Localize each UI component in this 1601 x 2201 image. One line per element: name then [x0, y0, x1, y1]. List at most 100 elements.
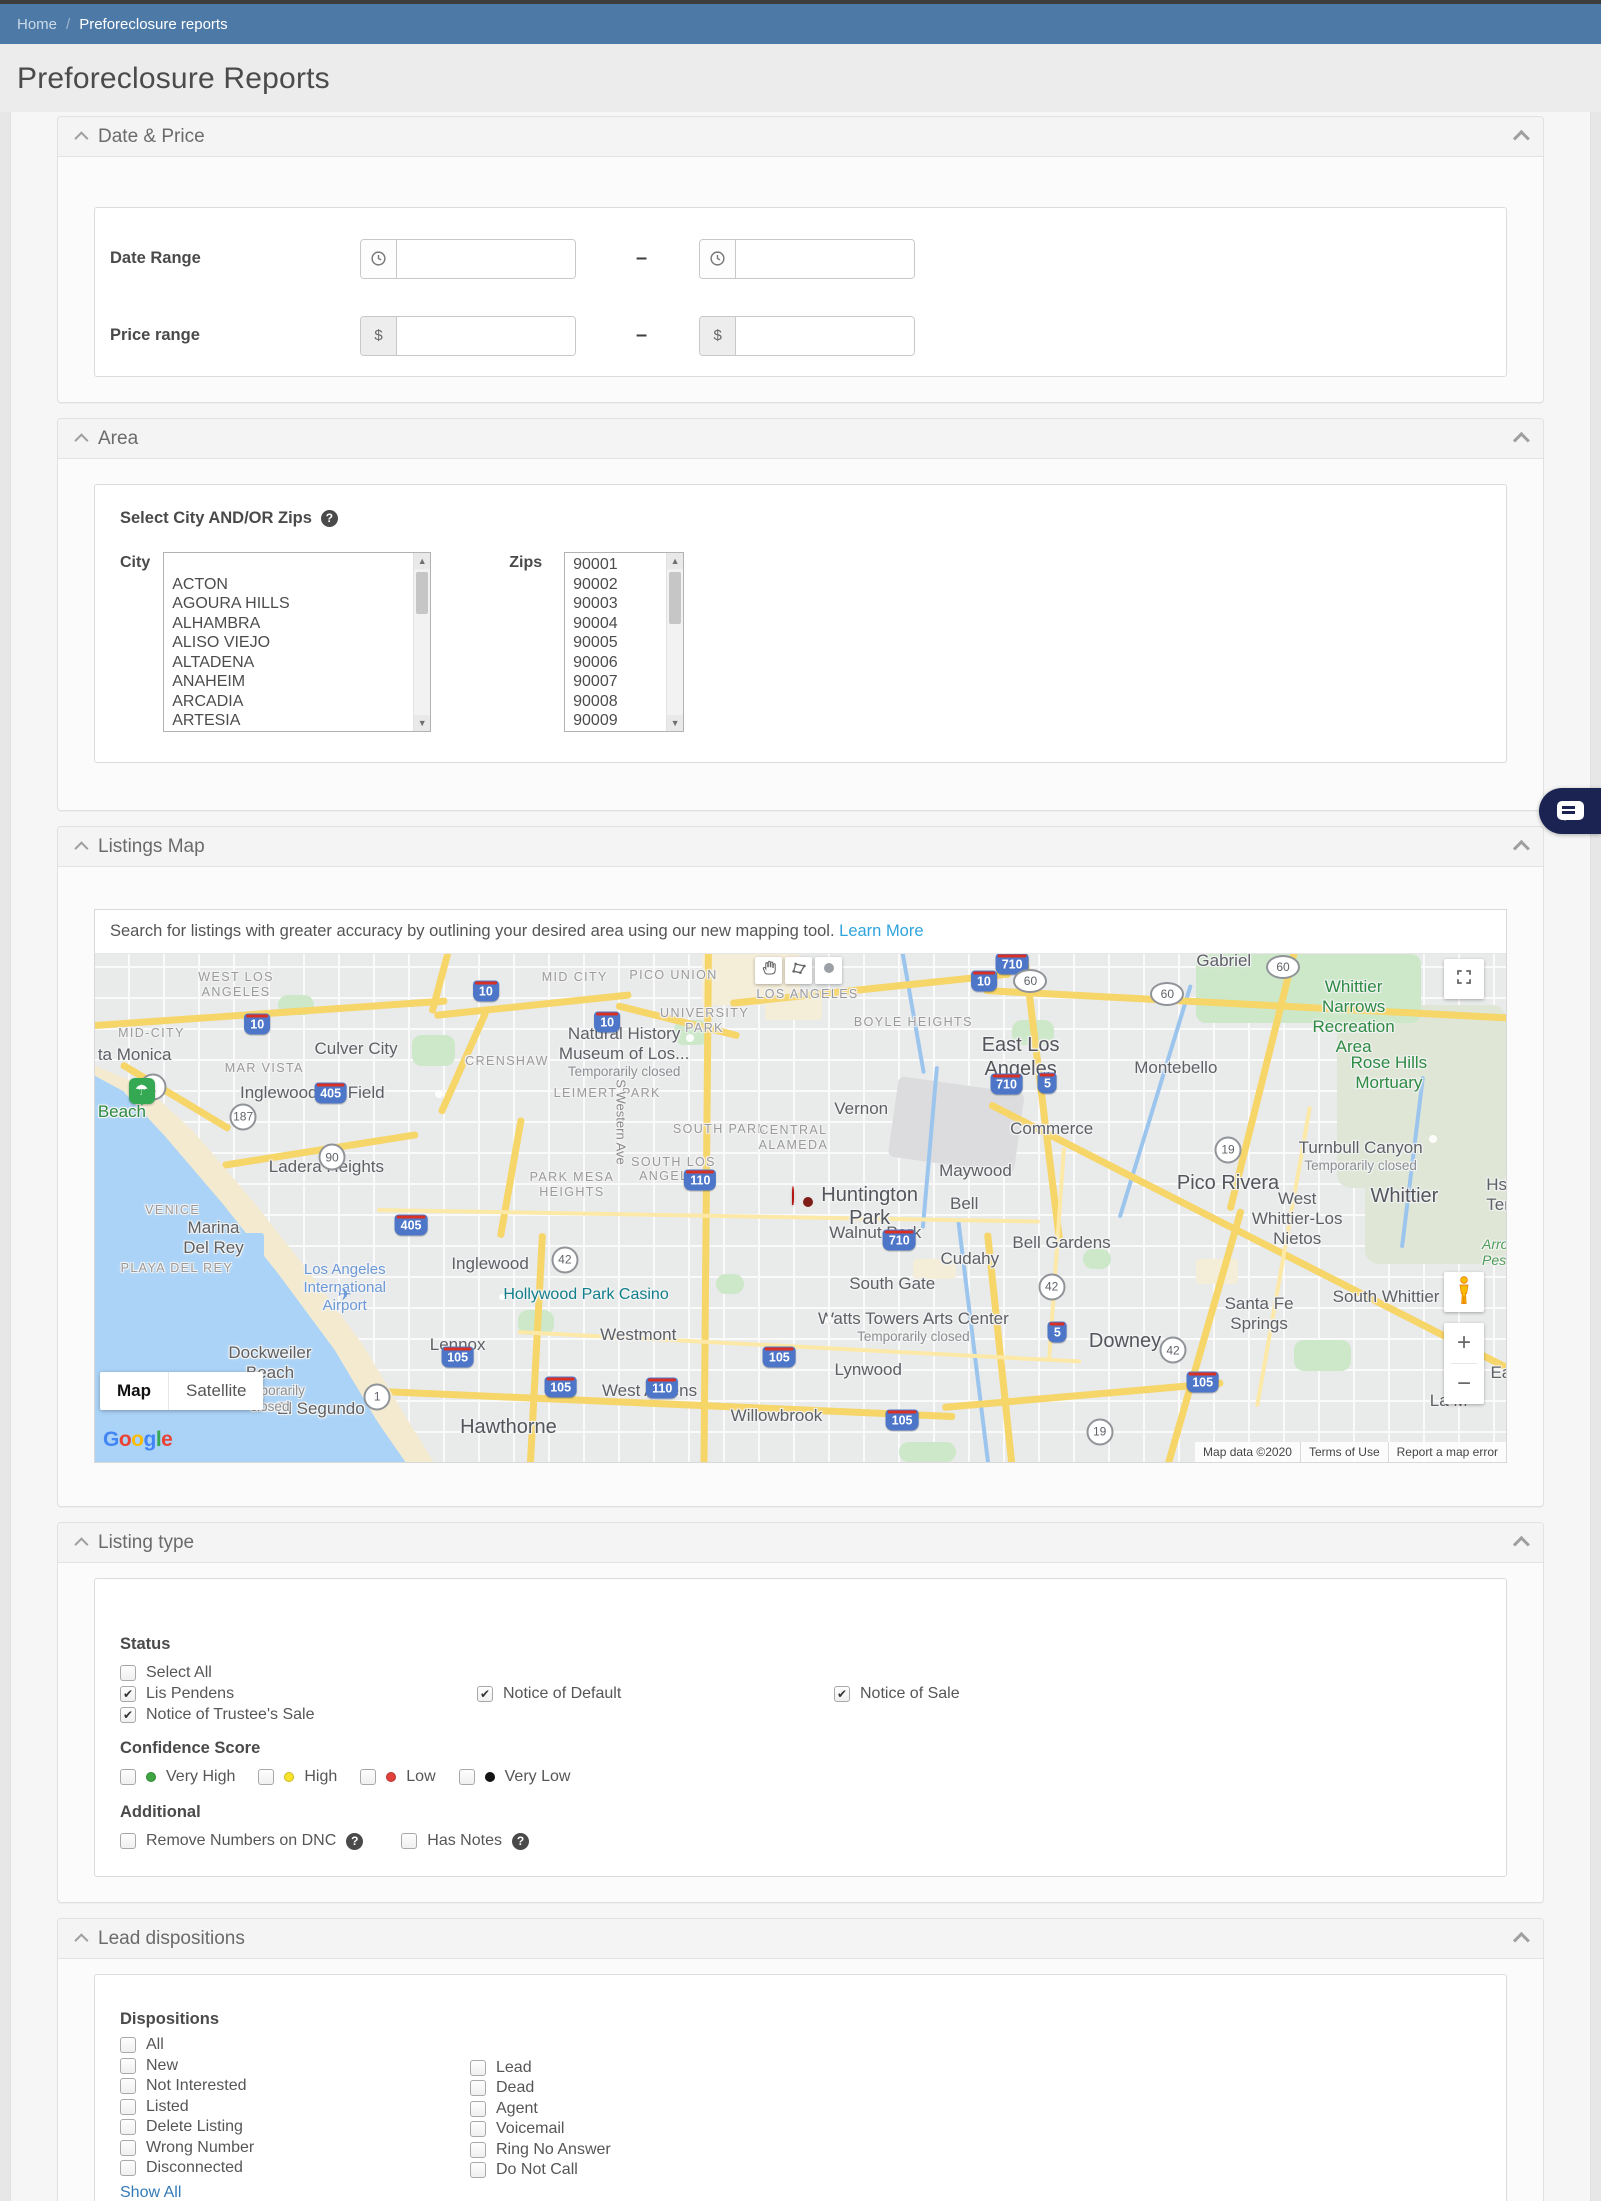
checkbox-item[interactable]: ✔Notice of Default — [477, 1685, 834, 1703]
checkbox-item[interactable]: Delete Listing — [120, 2118, 243, 2136]
map-type-satellite-button[interactable]: Satellite — [168, 1372, 263, 1410]
checkbox[interactable] — [470, 2101, 486, 2117]
city-option[interactable]: ATWOOD — [172, 731, 410, 733]
zoom-out-button[interactable]: − — [1444, 1364, 1484, 1404]
help-icon[interactable]: ? — [321, 510, 338, 527]
collapse-chevron-icon[interactable] — [1513, 1931, 1530, 1948]
collapse-chevron-icon[interactable] — [1513, 1535, 1530, 1552]
checkbox-item[interactable]: Lead — [470, 2059, 532, 2077]
checkbox-item[interactable]: ✔Notice of Sale — [834, 1685, 1191, 1703]
city-option[interactable]: ARTESIA — [172, 711, 410, 731]
checkbox-item[interactable]: Agent — [470, 2100, 538, 2118]
city-option[interactable]: ALISO VIEJO — [172, 633, 410, 653]
panel-lead-dispositions-header[interactable]: Lead dispositions — [58, 1919, 1543, 1959]
learn-more-link[interactable]: Learn More — [839, 922, 923, 940]
checkbox[interactable]: ✔ — [477, 1686, 493, 1702]
checkbox[interactable]: ✔ — [120, 1707, 136, 1723]
checkbox-item[interactable]: Not Interested — [120, 2077, 247, 2095]
checkbox-item[interactable]: Disconnected — [120, 2159, 243, 2177]
checkbox[interactable] — [470, 2162, 486, 2178]
checkbox[interactable] — [470, 2060, 486, 2076]
map-type-map-button[interactable]: Map — [100, 1372, 168, 1410]
city-option[interactable]: ANAHEIM — [172, 672, 410, 692]
zip-option[interactable]: 90007 — [573, 672, 663, 692]
checkbox[interactable] — [120, 1769, 136, 1785]
checkbox[interactable] — [120, 2160, 136, 2176]
scroll-down-icon[interactable]: ▼ — [667, 715, 683, 731]
checkbox[interactable] — [470, 2142, 486, 2158]
checkbox-item[interactable]: ✔Notice of Trustee's Sale — [120, 1706, 314, 1724]
checkbox-item[interactable]: Dead — [470, 2079, 534, 2097]
checkbox[interactable] — [258, 1769, 274, 1785]
checkbox-item[interactable]: Do Not Call — [470, 2161, 578, 2179]
city-option[interactable]: ALHAMBRA — [172, 614, 410, 634]
checkbox-item[interactable]: Select All — [120, 1664, 212, 1682]
checkbox[interactable] — [120, 2058, 136, 2074]
date-from-input[interactable] — [397, 240, 576, 278]
zips-listbox-scrollbar[interactable]: ▲ ▼ — [666, 553, 683, 731]
checkbox[interactable] — [459, 1769, 475, 1785]
panel-area-header[interactable]: Area — [58, 419, 1543, 459]
checkbox[interactable] — [360, 1769, 376, 1785]
city-option[interactable] — [172, 555, 410, 575]
polygon-tool-button[interactable] — [785, 957, 812, 984]
zips-listbox[interactable]: 9000190002900039000490005900069000790008… — [564, 552, 684, 732]
attribution-link[interactable]: Terms of Use — [1300, 1442, 1388, 1462]
attribution-link[interactable]: Report a map error — [1388, 1442, 1506, 1462]
zip-option[interactable]: 90006 — [573, 653, 663, 673]
price-from-input[interactable] — [397, 317, 576, 355]
checkbox-item[interactable]: High — [258, 1768, 337, 1786]
city-listbox[interactable]: ACTONAGOURA HILLSALHAMBRAALISO VIEJOALTA… — [163, 552, 431, 732]
zip-option[interactable]: 90005 — [573, 633, 663, 653]
checkbox-item[interactable]: Very Low — [459, 1768, 571, 1786]
selected-listing-marker[interactable] — [792, 1187, 794, 1205]
zip-option[interactable]: 90002 — [573, 575, 663, 595]
pegman-button[interactable] — [1444, 1272, 1484, 1312]
checkbox-item[interactable]: ✔Lis Pendens — [120, 1685, 477, 1703]
city-option[interactable]: ACTON — [172, 575, 410, 595]
zip-option[interactable]: 90001 — [573, 555, 663, 575]
checkbox-item[interactable]: Listed — [120, 2098, 189, 2116]
collapse-chevron-icon[interactable] — [1513, 431, 1530, 448]
checkbox[interactable] — [401, 1833, 417, 1849]
collapse-chevron-icon[interactable] — [1513, 839, 1530, 856]
zoom-in-button[interactable]: + — [1444, 1323, 1484, 1363]
checkbox[interactable]: ✔ — [834, 1686, 850, 1702]
checkbox-item[interactable]: Has Notes? — [401, 1832, 529, 1850]
price-to-input[interactable] — [736, 317, 915, 355]
checkbox[interactable]: ✔ — [120, 1686, 136, 1702]
panel-listing-type-header[interactable]: Listing type — [58, 1523, 1543, 1563]
checkbox[interactable] — [120, 2119, 136, 2135]
scroll-up-icon[interactable]: ▲ — [667, 553, 683, 569]
breadcrumb-home-link[interactable]: Home — [17, 16, 57, 33]
fullscreen-button[interactable] — [1444, 959, 1484, 999]
zip-option[interactable]: 90004 — [573, 614, 663, 634]
checkbox[interactable] — [120, 1833, 136, 1849]
zip-option[interactable]: 90010 — [573, 731, 663, 733]
help-icon[interactable]: ? — [512, 1833, 529, 1850]
panel-listings-map-header[interactable]: Listings Map — [58, 827, 1543, 867]
city-option[interactable]: AGOURA HILLS — [172, 594, 410, 614]
panel-date-price-header[interactable]: Date & Price — [58, 117, 1543, 157]
zip-option[interactable]: 90008 — [573, 692, 663, 712]
checkbox-item[interactable]: Voicemail — [470, 2120, 564, 2138]
checkbox-item[interactable]: New — [120, 2057, 178, 2075]
pan-tool-button[interactable] — [755, 957, 782, 984]
checkbox-item[interactable]: Remove Numbers on DNC? — [120, 1832, 363, 1850]
checkbox-item[interactable]: Ring No Answer — [470, 2141, 611, 2159]
collapse-chevron-icon[interactable] — [1513, 129, 1530, 146]
city-option[interactable]: ARCADIA — [172, 692, 410, 712]
scroll-down-icon[interactable]: ▼ — [414, 715, 430, 731]
checkbox[interactable] — [120, 1665, 136, 1681]
checkbox[interactable] — [120, 2037, 136, 2053]
circle-tool-button[interactable] — [815, 957, 842, 984]
city-option[interactable]: ALTADENA — [172, 653, 410, 673]
checkbox-item[interactable]: All — [120, 2036, 164, 2054]
map-canvas[interactable]: WEST LOS ANGELESMID-CITYMID CITYPICO UNI… — [95, 954, 1506, 1462]
google-logo[interactable]: Google — [103, 1428, 172, 1452]
checkbox[interactable] — [120, 2078, 136, 2094]
checkbox[interactable] — [470, 2080, 486, 2096]
checkbox-item[interactable]: Low — [360, 1768, 435, 1786]
checkbox-item[interactable]: Wrong Number — [120, 2139, 254, 2157]
date-to-input[interactable] — [736, 240, 915, 278]
